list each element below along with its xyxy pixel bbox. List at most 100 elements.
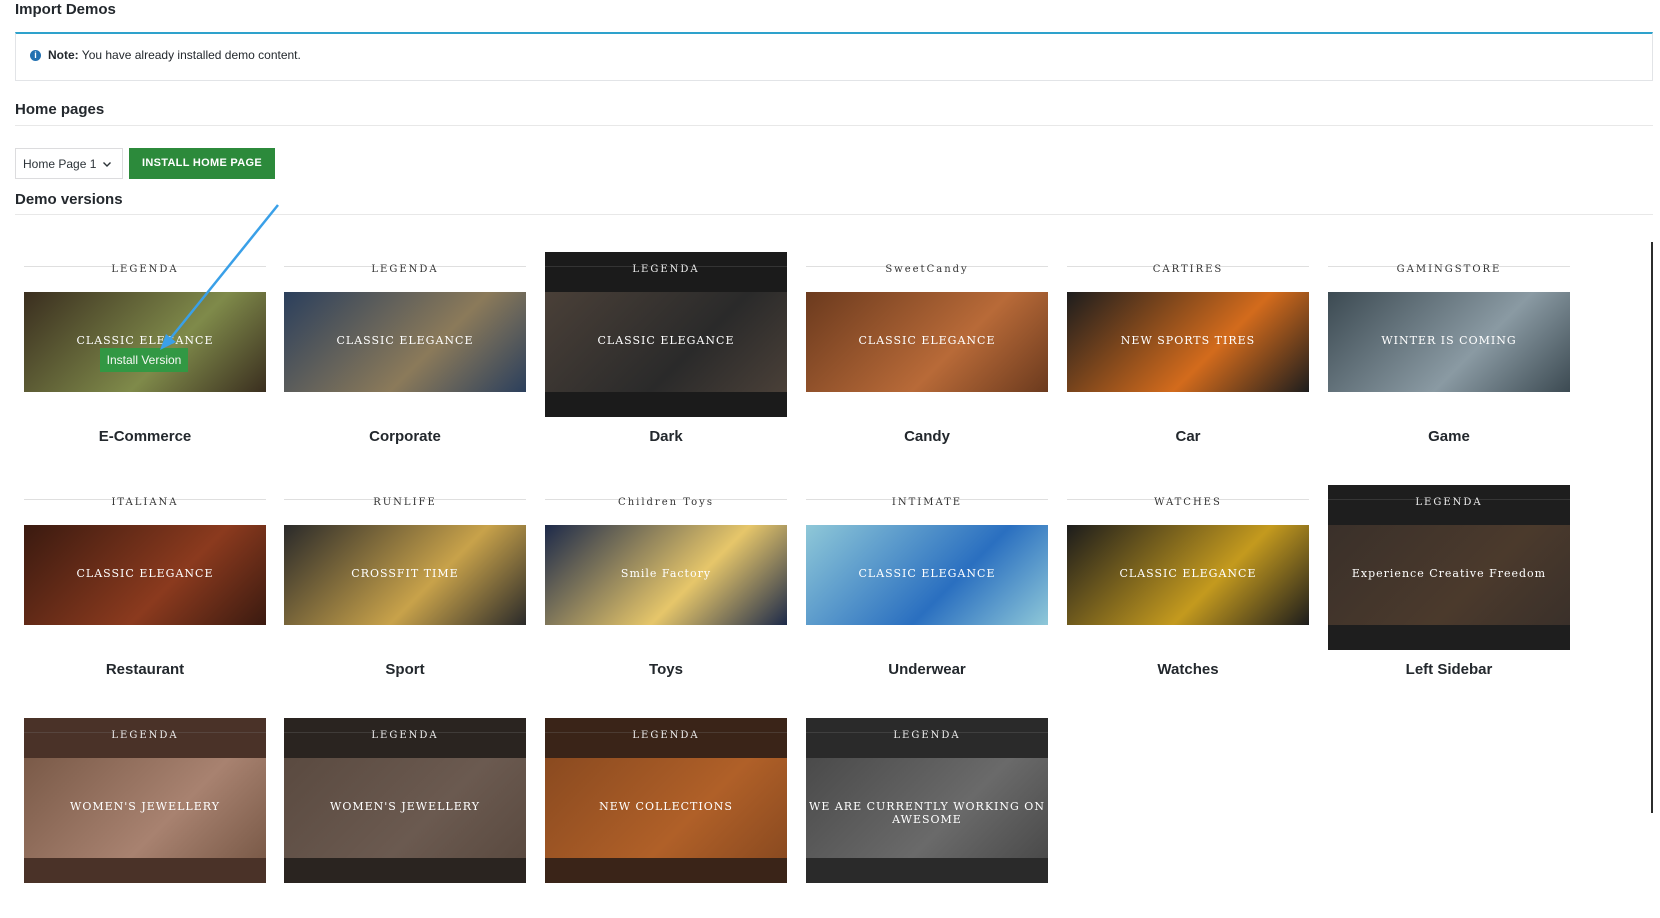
notice-box: i Note: You have already installed demo … [15,32,1653,81]
thumbnail-hero-text: WOMEN'S JEWELLERY [330,800,480,813]
thumbnail-logo: LEGENDA [371,730,439,741]
thumbnail-logo: WATCHES [1154,497,1222,508]
demo-name: Sport [385,661,425,678]
demo-card[interactable]: WATCHES CLASSIC ELEGANCE Watches [1067,485,1309,685]
notice-message: You have already installed demo content. [81,48,301,62]
thumbnail-hero-text: CLASSIC ELEGANCE [76,567,214,580]
demo-name: Restaurant [105,661,185,678]
demo-card[interactable]: GAMINGSTORE WINTER IS COMING Game [1328,252,1570,452]
thumbnail-hero-text: CLASSIC ELEGANCE [76,334,214,347]
demo-card[interactable]: LEGENDA CLASSIC ELEGANCE Corporate [284,252,526,452]
thumbnail-logo: GAMINGSTORE [1396,264,1502,275]
demo-thumbnail[interactable]: LEGENDA WE ARE CURRENTLY WORKING ON AWESO… [806,718,1048,883]
demo-thumbnail[interactable]: RUNLIFE CROSSFIT TIME [284,485,526,650]
chevron-down-icon [102,158,112,172]
thumbnail-hero-text: WOMEN'S JEWELLERY [70,800,220,813]
select-value: Home Page 1 [23,157,97,171]
demo-name: Toys [649,661,683,678]
demo-thumbnail[interactable]: LEGENDA CLASSIC ELEGANCE [24,252,266,417]
thumbnail-footer [24,392,266,417]
demo-card[interactable]: RUNLIFE CROSSFIT TIME Sport [284,485,526,685]
thumbnail-footer [284,625,526,650]
thumbnail-logo: LEGENDA [371,264,439,275]
demo-thumbnail[interactable]: LEGENDA NEW COLLECTIONS [545,718,787,883]
demo-name: Corporate [369,428,441,445]
demo-name: Car [1175,428,1201,445]
thumbnail-footer [806,625,1048,650]
thumbnail-hero-text: Smile Factory [620,567,712,580]
home-page-select[interactable]: Home Page 1 [15,148,123,179]
demo-card[interactable]: Children Toys Smile Factory Toys [545,485,787,685]
thumbnail-footer [24,858,266,883]
demo-card[interactable]: INTIMATE CLASSIC ELEGANCE Underwear [806,485,1048,685]
thumbnail-hero-text: CLASSIC ELEGANCE [858,334,996,347]
demo-thumbnail[interactable]: LEGENDA WOMEN'S JEWELLERY [24,718,266,883]
demo-card[interactable]: SweetCandy CLASSIC ELEGANCE Candy [806,252,1048,452]
demo-name: E-Commerce [98,428,192,445]
thumbnail-logo: LEGENDA [632,730,700,741]
demo-card[interactable]: LEGENDA Experience Creative Freedom Left S… [1328,485,1570,685]
notice-text: Note: You have already installed demo co… [48,48,301,63]
thumbnail-logo: ITALIANA [111,497,179,508]
demo-thumbnail[interactable]: LEGENDA Experience Creative Freedom [1328,485,1570,650]
demo-card[interactable]: LEGENDA CLASSIC ELEGANCE Install Version E-… [24,252,266,452]
demo-card[interactable]: LEGENDA CLASSIC ELEGANCE Dark [545,252,787,452]
thumbnail-logo: LEGENDA [632,264,700,275]
thumbnail-hero-text: CLASSIC ELEGANCE [597,334,735,347]
demo-thumbnail[interactable]: LEGENDA CLASSIC ELEGANCE [284,252,526,417]
demo-thumbnail[interactable]: WATCHES CLASSIC ELEGANCE [1067,485,1309,650]
thumbnail-hero-text: WE ARE CURRENTLY WORKING ON AWESOME [809,800,1045,826]
demo-name: Dark [649,428,683,445]
thumbnail-footer [284,858,526,883]
demo-card[interactable]: LEGENDA WOMEN'S JEWELLERY [24,718,266,918]
thumbnail-logo: LEGENDA [1415,497,1483,508]
thumbnail-logo: INTIMATE [891,497,963,508]
demo-name: Candy [904,428,950,445]
thumbnail-hero-text: NEW SPORTS TIRES [1120,334,1256,347]
thumbnail-footer [284,392,526,417]
demo-card[interactable]: LEGENDA NEW COLLECTIONS [545,718,787,918]
thumbnail-footer [1067,392,1309,417]
demo-name: Underwear [888,661,966,678]
demo-thumbnail[interactable]: LEGENDA CLASSIC ELEGANCE [545,252,787,417]
install-version-button[interactable]: Install Version [100,348,188,372]
thumbnail-logo: LEGENDA [893,730,961,741]
demo-card[interactable]: CARTIRES NEW SPORTS TIRES Car [1067,252,1309,452]
divider [15,125,1653,126]
thumbnail-footer [545,392,787,417]
thumbnail-footer [545,858,787,883]
demo-card[interactable]: LEGENDA WOMEN'S JEWELLERY [284,718,526,918]
thumbnail-logo: RUNLIFE [373,497,437,508]
thumbnail-logo: LEGENDA [111,264,179,275]
demo-thumbnail[interactable]: Children Toys Smile Factory [545,485,787,650]
thumbnail-hero-text: CLASSIC ELEGANCE [858,567,996,580]
demo-thumbnail[interactable]: INTIMATE CLASSIC ELEGANCE [806,485,1048,650]
demo-card[interactable]: ITALIANA CLASSIC ELEGANCE Restaurant [24,485,266,685]
thumbnail-footer [1067,625,1309,650]
thumbnail-footer [1328,392,1570,417]
thumbnail-logo: CARTIRES [1152,264,1224,275]
demo-name: Left Sidebar [1405,661,1493,678]
thumbnail-footer [1328,625,1570,650]
thumbnail-logo: Children Toys [618,497,714,508]
thumbnail-hero-text: WINTER IS COMING [1381,334,1517,347]
demo-thumbnail[interactable]: GAMINGSTORE WINTER IS COMING [1328,252,1570,417]
demo-name: Watches [1157,661,1219,678]
thumbnail-footer [806,392,1048,417]
thumbnail-hero-text: CLASSIC ELEGANCE [1119,567,1257,580]
demo-thumbnail[interactable]: CARTIRES NEW SPORTS TIRES [1067,252,1309,417]
scrollbar[interactable] [1651,242,1653,813]
demo-card[interactable]: LEGENDA WE ARE CURRENTLY WORKING ON AWESO… [806,718,1048,918]
info-icon: i [30,50,41,61]
demo-thumbnail[interactable]: SweetCandy CLASSIC ELEGANCE [806,252,1048,417]
demo-thumbnail[interactable]: LEGENDA WOMEN'S JEWELLERY [284,718,526,883]
page-title: Import Demos [15,1,116,18]
thumbnail-footer [806,858,1048,883]
thumbnail-hero-text: CROSSFIT TIME [351,567,459,580]
demo-thumbnail[interactable]: ITALIANA CLASSIC ELEGANCE [24,485,266,650]
thumbnail-hero-text: NEW COLLECTIONS [599,800,733,813]
thumbnail-logo: LEGENDA [111,730,179,741]
notice-label: Note: [48,48,79,62]
install-home-page-button[interactable]: INSTALL HOME PAGE [129,148,275,179]
thumbnail-logo: SweetCandy [885,264,969,275]
